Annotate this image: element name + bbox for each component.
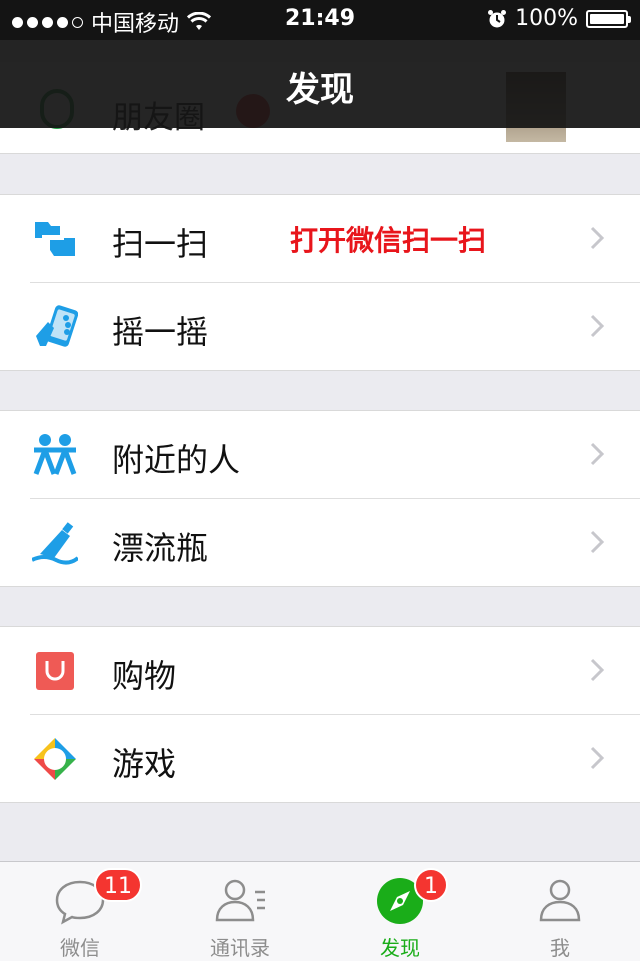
alarm-icon bbox=[488, 9, 507, 27]
battery-percent: 100% bbox=[515, 6, 578, 31]
menu-row-scan[interactable]: 扫一扫 打开微信扫一扫 bbox=[0, 195, 640, 282]
tab-discover[interactable]: 1 发现 bbox=[320, 862, 480, 961]
scan-hint-text: 打开微信扫一扫 bbox=[290, 224, 487, 257]
menu-group-1: 扫一扫 打开微信扫一扫 摇一摇 bbox=[0, 194, 640, 371]
tab-me[interactable]: 我 bbox=[480, 862, 640, 961]
tab-chats-label: 微信 bbox=[60, 936, 100, 960]
drift-bottle-icon bbox=[32, 522, 78, 565]
scan-icon bbox=[35, 222, 75, 256]
menu-group-3: 购物 游戏 bbox=[0, 626, 640, 803]
drift-bottle-label: 漂流瓶 bbox=[112, 529, 209, 567]
menu-row-drift-bottle[interactable]: 漂流瓶 bbox=[30, 498, 640, 586]
tab-chats[interactable]: 11 微信 bbox=[0, 862, 160, 961]
tab-discover-label: 发现 bbox=[380, 936, 420, 960]
unread-badge: 11 bbox=[94, 868, 142, 902]
scan-label: 扫一扫 bbox=[112, 225, 209, 263]
games-icon bbox=[34, 738, 76, 780]
contacts-icon bbox=[215, 879, 265, 922]
profile-icon bbox=[539, 879, 581, 922]
page-title: 发现 bbox=[286, 70, 354, 110]
menu-row-shopping[interactable]: 购物 bbox=[0, 627, 640, 714]
menu-row-games[interactable]: 游戏 bbox=[30, 714, 640, 802]
nav-bar: 发现 bbox=[0, 40, 640, 128]
shopping-bag-icon bbox=[36, 652, 74, 690]
tab-contacts[interactable]: 通讯录 bbox=[160, 862, 320, 961]
people-nearby-label: 附近的人 bbox=[112, 441, 241, 479]
people-nearby-icon bbox=[33, 434, 77, 475]
battery-icon bbox=[586, 9, 631, 28]
chevron-right-icon bbox=[590, 746, 605, 770]
chevron-right-icon bbox=[590, 530, 605, 554]
shopping-label: 购物 bbox=[112, 657, 177, 695]
discover-badge: 1 bbox=[414, 868, 448, 902]
chevron-right-icon bbox=[590, 314, 605, 338]
chevron-right-icon bbox=[590, 658, 605, 682]
chevron-right-icon bbox=[590, 226, 605, 250]
status-bar: 中国移动 21:49 100% bbox=[0, 0, 640, 40]
chevron-right-icon bbox=[590, 442, 605, 466]
shake-icon bbox=[36, 305, 78, 347]
menu-row-people-nearby[interactable]: 附近的人 bbox=[0, 411, 640, 498]
menu-row-shake[interactable]: 摇一摇 bbox=[30, 282, 640, 370]
tab-me-label: 我 bbox=[550, 936, 570, 960]
tab-bar: 11 微信 通讯录 1 发现 我 bbox=[0, 861, 640, 961]
tab-contacts-label: 通讯录 bbox=[210, 936, 270, 960]
menu-group-2: 附近的人 漂流瓶 bbox=[0, 410, 640, 587]
games-label: 游戏 bbox=[112, 745, 177, 783]
shake-label: 摇一摇 bbox=[112, 313, 209, 351]
